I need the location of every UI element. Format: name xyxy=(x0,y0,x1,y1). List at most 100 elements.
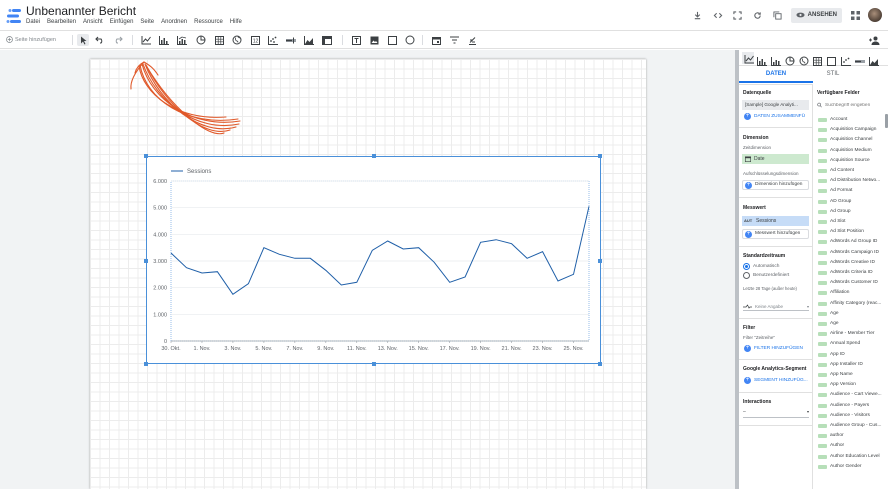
time-dimension-chip[interactable]: Date xyxy=(742,154,809,164)
field-item[interactable]: AD Group xyxy=(818,197,888,207)
add-metric-button[interactable]: + Messwert hinzufügen xyxy=(742,229,809,239)
field-item[interactable]: Audience Group - Cus... xyxy=(818,421,888,431)
scatter-icon[interactable] xyxy=(267,34,279,46)
field-search[interactable] xyxy=(817,100,885,110)
field-item[interactable]: Acquisition Channel xyxy=(818,135,888,145)
add-filter-button[interactable]: + FILTER HINZUFÜGEN xyxy=(742,344,803,353)
download-icon[interactable] xyxy=(691,8,705,22)
field-item[interactable]: Audience - Visitors xyxy=(818,411,888,421)
menu-bearbeiten[interactable]: Bearbeiten xyxy=(47,19,76,29)
refresh-icon[interactable] xyxy=(751,8,765,22)
view-button[interactable]: ANSEHEN xyxy=(790,7,842,23)
field-item[interactable]: AdWords Creative ID xyxy=(818,258,888,268)
field-item[interactable]: AdWords Criteria ID xyxy=(818,268,888,278)
field-item[interactable]: Acquisition Medium xyxy=(818,146,888,156)
cursor-icon[interactable] xyxy=(77,34,89,46)
bar-chart-icon[interactable] xyxy=(158,34,170,46)
fullscreen-icon[interactable] xyxy=(731,8,745,22)
text-icon[interactable] xyxy=(350,34,362,46)
menu-seite[interactable]: Seite xyxy=(140,19,154,29)
menu-ansicht[interactable]: Ansicht xyxy=(83,19,103,29)
datasource-selector[interactable]: [Sample] Google Analyti... xyxy=(742,100,809,110)
add-segment-button[interactable]: + SEGMENT HINZUFÜG... xyxy=(742,376,812,385)
undo-icon[interactable] xyxy=(94,34,106,46)
menu-datei[interactable]: Datei xyxy=(26,19,40,29)
field-item[interactable]: Author Education Level xyxy=(818,452,888,462)
data-control-icon[interactable] xyxy=(466,34,478,46)
field-item[interactable]: author xyxy=(818,431,888,441)
field-item[interactable]: Author Gender xyxy=(818,462,888,472)
redo-icon[interactable] xyxy=(112,34,124,46)
field-item[interactable]: Ad Distribution Netwo... xyxy=(818,176,888,186)
field-item[interactable]: Author xyxy=(818,441,888,451)
comparison-dropdown[interactable]: Keine Angabe ▾ xyxy=(743,302,809,311)
field-item[interactable]: Affinity Category (reac... xyxy=(818,299,888,309)
geo-map-icon[interactable] xyxy=(231,34,243,46)
menu-bar: Datei Bearbeiten Ansicht Einfügen Seite … xyxy=(26,19,242,29)
field-item[interactable]: App ID xyxy=(818,350,888,360)
report-title[interactable]: Unbenannter Bericht xyxy=(26,4,136,18)
blend-data-button[interactable]: + DATEN ZUSAMMENFÜ xyxy=(742,112,812,121)
embed-code-icon[interactable] xyxy=(711,8,725,22)
time-series-chart[interactable]: 0 1.000 2.000 3.000 4.000 5.000 6.000 30. Okt. 1… xyxy=(144,154,602,366)
rectangle-icon[interactable] xyxy=(386,34,398,46)
add-dimension-button[interactable]: + Dimension hinzufügen xyxy=(742,180,809,190)
menu-einfuegen[interactable]: Einfügen xyxy=(110,19,134,29)
field-item[interactable]: App Installer ID xyxy=(818,360,888,370)
bullet-chart-icon[interactable] xyxy=(285,34,297,46)
field-item[interactable]: Ad Slot xyxy=(818,217,888,227)
add-page-button[interactable]: Seite hinzufügen xyxy=(6,36,56,43)
field-item[interactable]: AdWords Campaign ID xyxy=(818,248,888,258)
field-item[interactable]: Ad Group xyxy=(818,207,888,217)
field-item[interactable]: App Name xyxy=(818,370,888,380)
menu-ressource[interactable]: Ressource xyxy=(194,19,223,29)
field-item[interactable]: Ad Format xyxy=(818,186,888,196)
combo-chart-icon[interactable] xyxy=(176,34,188,46)
field-item[interactable]: App Version xyxy=(818,380,888,390)
copy-icon[interactable] xyxy=(771,8,785,22)
data-studio-logo[interactable] xyxy=(6,8,22,24)
tab-data[interactable]: DATEN xyxy=(739,66,813,83)
share-person-add-icon[interactable] xyxy=(868,34,880,46)
metric-chip[interactable]: AUT Sessions xyxy=(742,216,809,226)
scorecard-icon[interactable]: 12 xyxy=(249,34,261,46)
time-series-icon[interactable] xyxy=(140,34,152,46)
field-item[interactable]: Ad Content xyxy=(818,166,888,176)
field-item[interactable]: Acquisition Campaign xyxy=(818,125,888,135)
field-item[interactable]: Airline - Member Tier xyxy=(818,329,888,339)
picker-time-series-icon[interactable] xyxy=(742,52,754,64)
field-item[interactable]: Acquisition Source xyxy=(818,156,888,166)
image-icon[interactable] xyxy=(368,34,380,46)
report-page[interactable]: 0 1.000 2.000 3.000 4.000 5.000 6.000 30. Okt. 1… xyxy=(90,59,646,489)
field-item[interactable]: Age xyxy=(818,319,888,329)
field-item[interactable]: Account xyxy=(818,115,888,125)
date-auto-radio[interactable]: Automatisch xyxy=(743,263,779,270)
menu-hilfe[interactable]: Hilfe xyxy=(230,19,242,29)
tab-style[interactable]: STIL xyxy=(813,66,853,83)
pie-chart-icon[interactable] xyxy=(195,34,207,46)
field-item[interactable]: AdWords Customer ID xyxy=(818,278,888,288)
field-item[interactable]: Age xyxy=(818,309,888,319)
filter-control-icon[interactable] xyxy=(448,34,460,46)
interactions-dropdown[interactable]: – ▾ xyxy=(743,409,809,418)
field-item[interactable]: AdWords Ad Group ID xyxy=(818,237,888,247)
field-item[interactable]: Annual Spend xyxy=(818,339,888,349)
field-item[interactable]: Ad Slot Position xyxy=(818,227,888,237)
date-custom-radio[interactable]: Benutzerdefiniert xyxy=(743,272,789,279)
field-search-input[interactable] xyxy=(825,102,885,108)
field-item[interactable]: Audience - Payers xyxy=(818,401,888,411)
dimension-type-icon xyxy=(818,444,827,449)
dimension-type-icon xyxy=(818,118,827,122)
field-item[interactable]: Audience - Cart Viewe... xyxy=(818,390,888,400)
circle-icon[interactable] xyxy=(404,34,416,46)
area-chart-icon[interactable] xyxy=(303,34,315,46)
menu-anordnen[interactable]: Anordnen xyxy=(161,19,187,29)
pivot-table-icon[interactable] xyxy=(321,34,333,46)
avatar[interactable] xyxy=(868,8,882,22)
table-icon[interactable] xyxy=(213,34,225,46)
y-tick-label: 2.000 xyxy=(153,286,167,292)
apps-grid-icon[interactable] xyxy=(848,8,862,22)
dimension-type-icon xyxy=(818,352,827,357)
date-range-icon[interactable] xyxy=(430,34,442,46)
field-item[interactable]: Affiliation xyxy=(818,288,888,298)
